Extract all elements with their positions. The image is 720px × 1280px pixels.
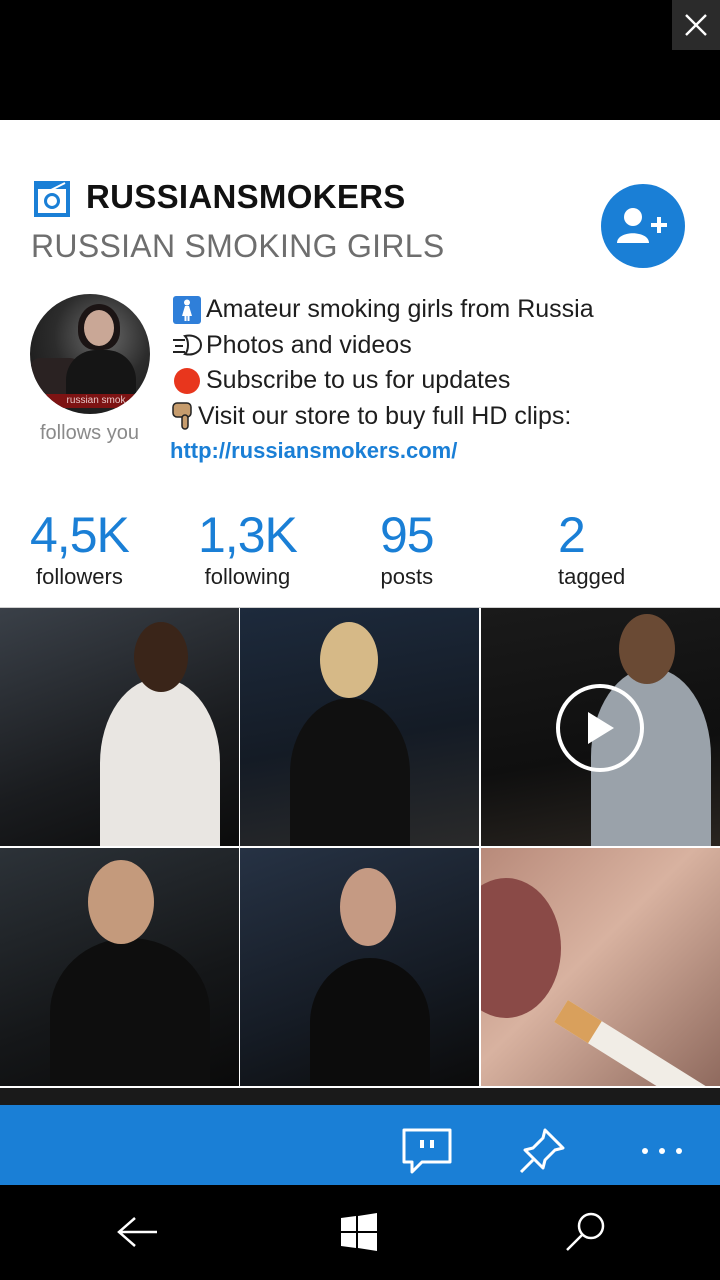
profile-bio: Amateur smoking girls from Russia Photos… bbox=[170, 292, 710, 464]
more-icon bbox=[642, 1148, 682, 1154]
avatar[interactable]: russian smok bbox=[30, 294, 150, 414]
avatar-face bbox=[84, 310, 114, 346]
post-figure bbox=[50, 938, 210, 1086]
profile-username: RUSSIANSMOKERS bbox=[86, 178, 406, 215]
bio-text: Photos and videos bbox=[206, 330, 412, 359]
post-tile[interactable] bbox=[240, 608, 479, 846]
stat-label: tagged bbox=[558, 564, 626, 589]
pointing-down-icon bbox=[170, 401, 196, 431]
comment-button[interactable] bbox=[399, 1123, 455, 1179]
post-tile-video[interactable] bbox=[481, 608, 720, 846]
pin-button[interactable] bbox=[514, 1123, 570, 1179]
post-head bbox=[340, 868, 396, 946]
system-nav-bar bbox=[0, 1185, 720, 1280]
follows-you-label: follows you bbox=[40, 422, 139, 444]
back-arrow-icon bbox=[117, 1217, 157, 1247]
bio-line: Visit our store to buy full HD clips: bbox=[170, 399, 710, 435]
post-head bbox=[134, 622, 188, 692]
more-button[interactable] bbox=[634, 1123, 690, 1179]
top-bar bbox=[0, 0, 720, 120]
profile-page: RUSSIANSMOKERS RUSSIAN SMOKING GIRLS rus… bbox=[0, 120, 720, 1105]
post-figure bbox=[100, 678, 220, 846]
add-user-icon bbox=[617, 208, 667, 243]
pin-icon bbox=[519, 1128, 565, 1174]
close-button[interactable] bbox=[672, 0, 720, 50]
post-tile[interactable] bbox=[0, 608, 239, 846]
comment-icon bbox=[402, 1128, 452, 1174]
post-figure bbox=[290, 698, 410, 846]
search-icon bbox=[566, 1212, 605, 1251]
windows-logo-icon bbox=[341, 1213, 377, 1251]
post-tile[interactable] bbox=[240, 848, 479, 1086]
stat-label: followers bbox=[36, 564, 123, 589]
play-icon bbox=[588, 712, 614, 744]
stat-posts[interactable]: 95 posts bbox=[380, 507, 435, 590]
post-tile[interactable] bbox=[0, 848, 239, 1086]
profile-full-name: RUSSIAN SMOKING GIRLS bbox=[31, 228, 445, 264]
close-icon bbox=[685, 14, 707, 36]
bio-line: Amateur smoking girls from Russia bbox=[170, 292, 710, 328]
post-head bbox=[320, 622, 378, 698]
stat-value: 4,5K bbox=[30, 507, 130, 563]
bio-line: Photos and videos bbox=[170, 328, 710, 364]
instagram-icon bbox=[34, 181, 70, 217]
post-tile[interactable] bbox=[481, 848, 720, 1086]
red-circle-icon bbox=[170, 366, 204, 396]
post-lips bbox=[481, 878, 561, 1018]
follow-button[interactable] bbox=[601, 184, 685, 268]
search-button[interactable] bbox=[560, 1207, 610, 1257]
avatar-body bbox=[66, 350, 136, 400]
post-row-partial bbox=[0, 1088, 720, 1105]
stat-value: 1,3K bbox=[198, 507, 298, 563]
website-link[interactable]: http://russiansmokers.com/ bbox=[170, 438, 710, 464]
bio-line: Subscribe to us for updates bbox=[170, 363, 710, 399]
dash-puff-icon bbox=[170, 330, 204, 360]
app-bar bbox=[0, 1105, 720, 1185]
stat-value: 95 bbox=[380, 507, 435, 563]
stat-label: following bbox=[204, 564, 291, 589]
play-button[interactable] bbox=[556, 684, 644, 772]
post-figure bbox=[310, 958, 430, 1086]
woman-symbol-icon bbox=[170, 295, 204, 325]
bio-text: Amateur smoking girls from Russia bbox=[206, 295, 594, 324]
bio-text: Subscribe to us for updates bbox=[206, 366, 511, 395]
stat-following[interactable]: 1,3K following bbox=[198, 507, 298, 590]
avatar-logo-banner: russian smok bbox=[46, 394, 146, 408]
windows-start-button[interactable] bbox=[334, 1207, 384, 1257]
post-head bbox=[619, 614, 675, 684]
bio-text: Visit our store to buy full HD clips: bbox=[198, 401, 572, 430]
stat-tagged[interactable]: 2 tagged bbox=[558, 510, 625, 590]
posts-grid bbox=[0, 608, 720, 1105]
post-head bbox=[88, 860, 154, 944]
stat-value: 2 bbox=[558, 507, 586, 563]
back-button[interactable] bbox=[112, 1207, 162, 1257]
stat-label: posts bbox=[380, 564, 434, 589]
stat-followers[interactable]: 4,5K followers bbox=[30, 507, 130, 590]
post-cigarette bbox=[554, 999, 720, 1086]
